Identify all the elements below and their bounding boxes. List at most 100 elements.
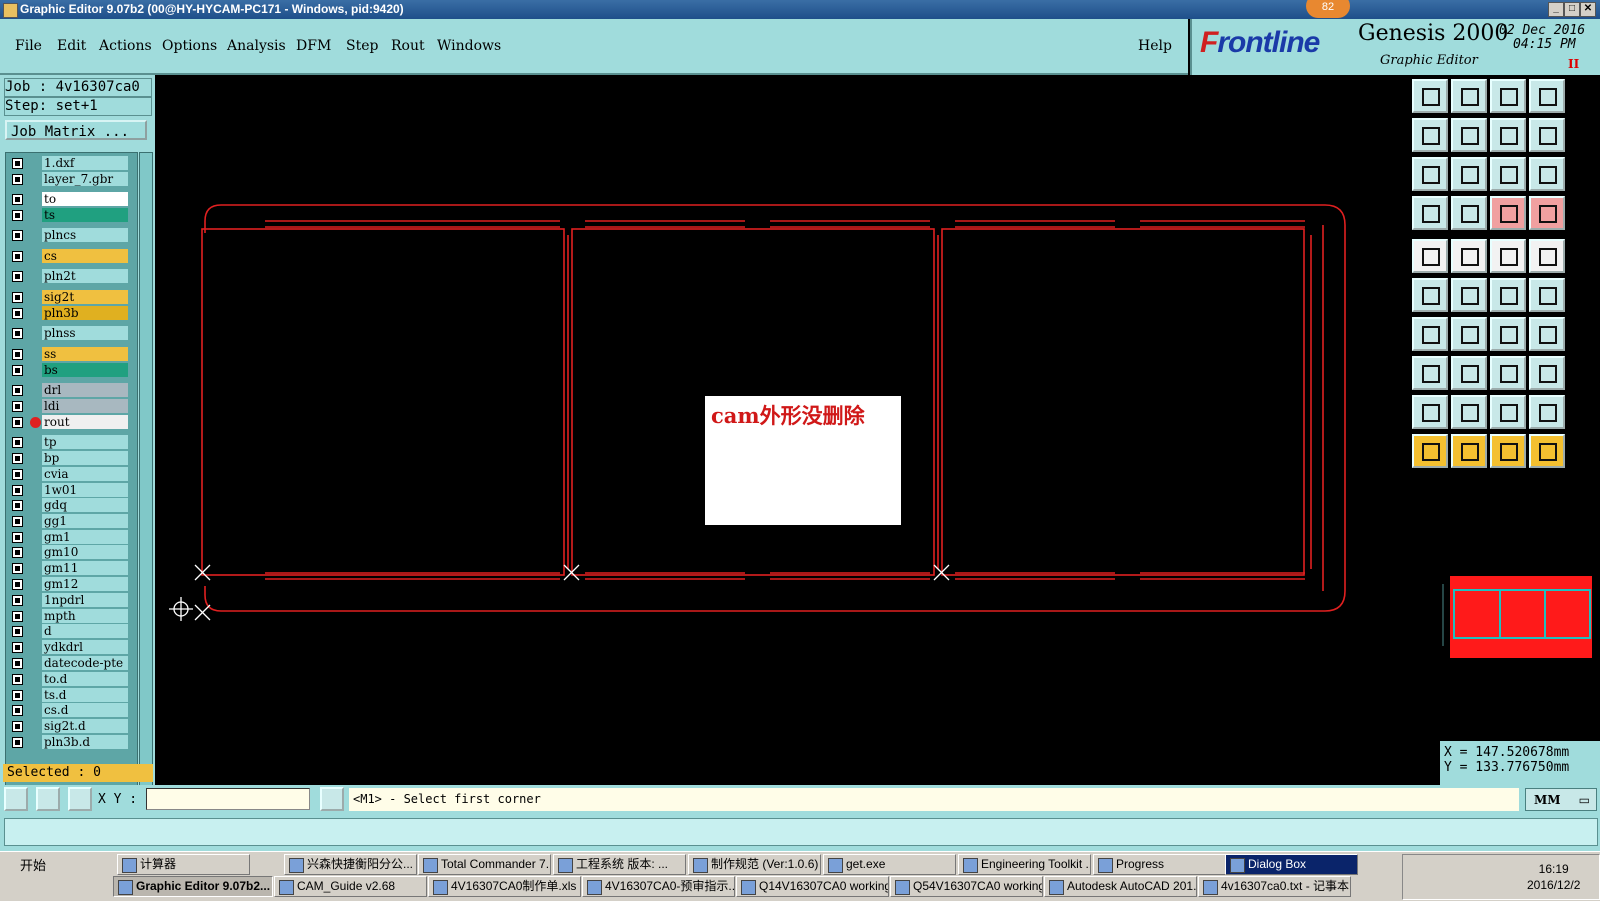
layer-row[interactable]: to <box>6 192 137 207</box>
layer-checkbox[interactable] <box>12 292 23 303</box>
close-button[interactable]: ✕ <box>1580 2 1596 17</box>
layer-row[interactable]: gdq <box>6 498 137 513</box>
layer-row[interactable]: 1.dxf <box>6 156 137 171</box>
layer-row[interactable]: gg1 <box>6 514 137 529</box>
help-icon[interactable] <box>1529 157 1565 191</box>
minimize-button[interactable]: _ <box>1548 2 1564 17</box>
spacing-icon[interactable] <box>1490 356 1526 390</box>
layer-checkbox[interactable] <box>12 174 23 185</box>
layer-row[interactable]: to.d <box>6 672 137 687</box>
taskbar-button[interactable]: Engineering Toolkit ... <box>958 854 1091 875</box>
taskbar-button[interactable]: 4V16307CA0制作单.xls ... <box>428 876 581 897</box>
cross-icon[interactable] <box>1451 278 1487 312</box>
layer-checkbox[interactable] <box>12 401 23 412</box>
layer-checkbox[interactable] <box>12 579 23 590</box>
select-alt-icon[interactable] <box>1490 434 1526 468</box>
layer-checkbox[interactable] <box>12 674 23 685</box>
taskbar-button[interactable]: Q54V16307CA0 working... <box>890 876 1043 897</box>
notification-badge[interactable]: 82 <box>1306 0 1350 18</box>
layer-checkbox[interactable] <box>12 547 23 558</box>
layer-row[interactable]: bs <box>6 363 137 378</box>
menu-windows[interactable]: Windows <box>437 38 501 54</box>
taskbar-button[interactable]: 计算器 <box>117 854 250 875</box>
fill-icon[interactable] <box>1451 395 1487 429</box>
menu-help[interactable]: Help <box>1138 38 1172 54</box>
layer-checkbox[interactable] <box>12 230 23 241</box>
layer-checkbox[interactable] <box>12 437 23 448</box>
layer-checkbox[interactable] <box>12 500 23 511</box>
layer-row[interactable]: bp <box>6 451 137 466</box>
taskbar-button[interactable]: Progress <box>1093 854 1226 875</box>
taskbar-button[interactable]: 4V16307CA0-预审指示.... <box>582 876 735 897</box>
grid-icon[interactable] <box>68 787 92 811</box>
layer-row[interactable]: sig2t <box>6 290 137 305</box>
layer-checkbox[interactable] <box>12 611 23 622</box>
layer-row[interactable]: layer_7.gbr <box>6 172 137 187</box>
layer-row[interactable]: pln3b.d <box>6 735 137 750</box>
line-icon[interactable] <box>1451 317 1487 351</box>
undo-zoom-icon[interactable] <box>1490 118 1526 152</box>
layer-row[interactable]: gm12 <box>6 577 137 592</box>
layer-row[interactable]: ts.d <box>6 688 137 703</box>
menu-rout[interactable]: Rout <box>391 38 425 54</box>
clear-icon[interactable] <box>1412 79 1448 113</box>
layer-row[interactable]: ts <box>6 208 137 223</box>
feature-icon[interactable] <box>1412 395 1448 429</box>
select-point-icon[interactable] <box>1490 278 1526 312</box>
layer-checkbox[interactable] <box>12 194 23 205</box>
layer-checkbox[interactable] <box>12 563 23 574</box>
copy-icon[interactable] <box>1529 356 1565 390</box>
layer-row[interactable]: pln3b <box>6 306 137 321</box>
cut-icon[interactable] <box>1451 356 1487 390</box>
layer-checkbox[interactable] <box>12 210 23 221</box>
dot-icon[interactable] <box>1529 239 1565 273</box>
layer-row[interactable]: pln2t <box>6 269 137 284</box>
layer-checkbox[interactable] <box>12 158 23 169</box>
layer-row[interactable]: gm1 <box>6 530 137 545</box>
layer-checkbox[interactable] <box>12 532 23 543</box>
layer-checkbox[interactable] <box>12 642 23 653</box>
layer-checkbox[interactable] <box>12 705 23 716</box>
select-icon[interactable] <box>1451 434 1487 468</box>
move-icon[interactable] <box>1412 356 1448 390</box>
layer-row[interactable]: datecode-pte <box>6 656 137 671</box>
layer-row[interactable]: ydkdrl <box>6 640 137 655</box>
layer-checkbox[interactable] <box>12 485 23 496</box>
start-button[interactable]: 开始 <box>2 856 52 898</box>
pan-right-icon[interactable] <box>1451 118 1487 152</box>
ruler-icon[interactable] <box>1490 239 1526 273</box>
taskbar-button[interactable]: 4v16307ca0.txt - 记事本 <box>1198 876 1351 897</box>
zoom-center-icon[interactable] <box>1451 157 1487 191</box>
layer-checkbox[interactable] <box>12 349 23 360</box>
redraw-icon[interactable] <box>1529 118 1565 152</box>
layer-row[interactable]: ldi <box>6 399 137 414</box>
layer-checkbox[interactable] <box>12 516 23 527</box>
layer-checkbox[interactable] <box>12 595 23 606</box>
layer-row[interactable]: 1w01 <box>6 483 137 498</box>
pan-left-icon[interactable] <box>1412 118 1448 152</box>
layer-row[interactable]: sig2t.d <box>6 719 137 734</box>
maximize-button[interactable]: □ <box>1564 2 1580 17</box>
job-matrix-button[interactable]: Job Matrix ... <box>5 120 147 140</box>
menu-step[interactable]: Step <box>346 38 378 54</box>
arc-icon[interactable] <box>1490 317 1526 351</box>
layer-checkbox[interactable] <box>12 737 23 748</box>
taskbar-button[interactable]: Dialog Box <box>1225 854 1358 875</box>
home-icon[interactable] <box>1490 79 1526 113</box>
menu-edit[interactable]: Edit <box>57 38 86 54</box>
layer-row[interactable]: plnss <box>6 326 137 341</box>
layer-checkbox[interactable] <box>12 365 23 376</box>
taskbar-button[interactable]: 制作规范 (Ver:1.0.6) <box>688 854 821 875</box>
layer-row[interactable]: gm11 <box>6 561 137 576</box>
menu-options[interactable]: Options <box>162 38 217 54</box>
layer-checkbox[interactable] <box>12 469 23 480</box>
taskbar-button[interactable]: get.exe <box>823 854 956 875</box>
overview-map[interactable] <box>1440 486 1600 741</box>
pause-icon[interactable]: II <box>1568 57 1579 71</box>
layer-checkbox[interactable] <box>12 453 23 464</box>
taskbar-button[interactable]: CAM_Guide v2.68 <box>274 876 427 897</box>
measure-icon[interactable] <box>36 787 60 811</box>
layer-row[interactable]: drl <box>6 383 137 398</box>
zoom-1to1-icon[interactable] <box>1490 157 1526 191</box>
layer-checkbox[interactable] <box>12 417 23 428</box>
